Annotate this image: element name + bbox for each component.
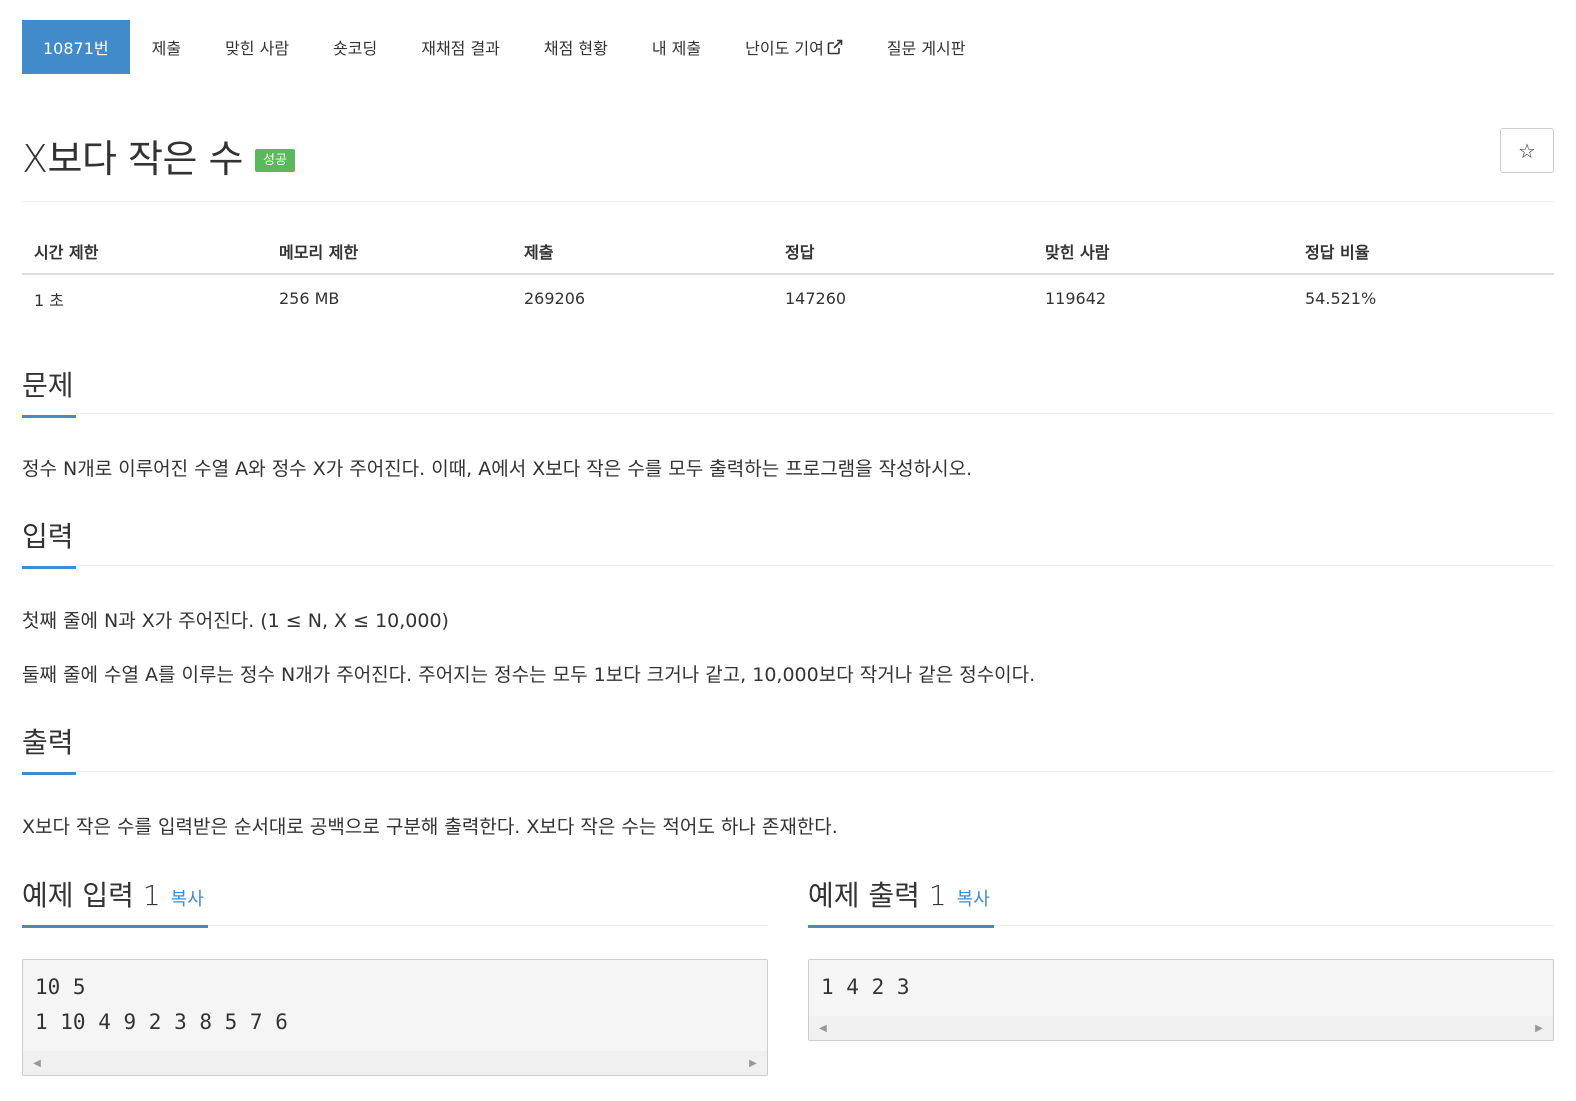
value-accept-ratio: 54.521%: [1305, 289, 1377, 308]
section-title-input: 입력: [22, 515, 76, 569]
scroll-left-arrow-icon[interactable]: ◀: [27, 1051, 47, 1075]
table-row: 1 초 256 MB 269206 147260 119642 54.521%: [22, 274, 1554, 322]
section-divider: [76, 565, 1554, 566]
favorite-star-button[interactable]: ☆: [1500, 128, 1554, 173]
sample-input-label: 예제 입력 1: [22, 879, 161, 912]
tab-difficulty-label: 난이도 기여: [745, 39, 824, 58]
input-description-line-1: 첫째 줄에 N과 X가 주어진다. (1 ≤ N, X ≤ 10,000): [22, 610, 449, 632]
tab-submit[interactable]: 제출: [130, 20, 203, 74]
problem-info-table: 시간 제한 메모리 제한 제출 정답 맞힌 사람 정답 비율 1 초 256 M…: [22, 228, 1554, 322]
sample-input-title: 예제 입력 1 복사: [22, 874, 208, 928]
value-memory-limit: 256 MB: [279, 289, 340, 308]
section-divider: [994, 925, 1554, 926]
scroll-right-arrow-icon[interactable]: ▶: [1529, 1016, 1549, 1040]
tab-judge-status[interactable]: 채점 현황: [522, 20, 630, 74]
section-title-output: 출력: [22, 721, 76, 775]
section-divider: [208, 925, 768, 926]
status-badge: 성공: [255, 149, 295, 172]
input-description-line-2: 둘째 줄에 수열 A를 이루는 정수 N개가 주어진다. 주어지는 정수는 모두…: [22, 664, 1036, 686]
section-divider: [76, 413, 1554, 414]
header-memory-limit: 메모리 제한: [267, 228, 512, 275]
section-title-description: 문제: [22, 364, 76, 418]
scroll-right-arrow-icon[interactable]: ▶: [743, 1051, 763, 1075]
tab-question-board[interactable]: 질문 게시판: [865, 20, 988, 74]
table-header-row: 시간 제한 메모리 제한 제출 정답 맞힌 사람 정답 비율: [22, 228, 1554, 275]
header-accept-ratio: 정답 비율: [1293, 228, 1554, 275]
sample-output-content: 1 4 2 3: [821, 975, 910, 999]
value-submissions: 269206: [524, 289, 586, 308]
header-submissions: 제출: [512, 228, 773, 275]
problem-nav: 10871번 제출 맞힌 사람 숏코딩 재채점 결과 채점 현황 내 제출 난이…: [22, 20, 988, 74]
section-underline: [808, 925, 994, 928]
section-underline: [22, 566, 76, 569]
copy-sample-input-link[interactable]: 복사: [171, 889, 204, 910]
tab-my-submissions[interactable]: 내 제출: [630, 20, 723, 74]
section-output-label: 출력: [22, 726, 74, 759]
copy-sample-output-link[interactable]: 복사: [957, 889, 990, 910]
section-input-label: 입력: [22, 520, 74, 553]
tab-problem[interactable]: 10871번: [22, 20, 130, 74]
tab-solved-users[interactable]: 맞힌 사람: [203, 20, 311, 74]
problem-description: 정수 N개로 이루어진 수열 A와 정수 X가 주어진다. 이때, A에서 X보…: [22, 458, 973, 480]
scroll-left-arrow-icon[interactable]: ◀: [813, 1016, 833, 1040]
header-accepted: 정답: [773, 228, 1033, 275]
sample-output-title: 예제 출력 1 복사: [808, 874, 994, 928]
title-row: X보다 작은 수 성공: [22, 128, 295, 183]
section-underline: [22, 415, 76, 418]
sample-output-box[interactable]: 1 4 2 3 ◀ ▶: [808, 959, 1554, 1041]
tab-difficulty-contribution[interactable]: 난이도 기여: [723, 20, 865, 74]
page-title: X보다 작은 수: [22, 137, 244, 181]
tab-short-coding[interactable]: 숏코딩: [311, 20, 399, 74]
output-description: X보다 작은 수를 입력받은 순서대로 공백으로 구분해 출력한다. X보다 작…: [22, 816, 838, 838]
divider: [22, 201, 1554, 202]
horizontal-scrollbar[interactable]: ◀ ▶: [23, 1051, 767, 1075]
sample-input-content: 10 5 1 10 4 9 2 3 8 5 7 6: [35, 975, 288, 1034]
value-solved-users: 119642: [1045, 289, 1107, 308]
value-time-limit: 1 초: [34, 290, 64, 310]
section-underline: [22, 925, 208, 928]
horizontal-scrollbar[interactable]: ◀ ▶: [809, 1016, 1553, 1040]
external-link-icon: [827, 39, 843, 55]
value-accepted: 147260: [785, 289, 847, 308]
section-underline: [22, 772, 76, 775]
header-time-limit: 시간 제한: [22, 228, 267, 275]
section-divider: [76, 771, 1554, 772]
sample-output-label: 예제 출력 1: [808, 879, 947, 912]
tab-rejudge-results[interactable]: 재채점 결과: [399, 20, 522, 74]
section-description-label: 문제: [22, 369, 74, 402]
star-icon: ☆: [1518, 138, 1536, 163]
header-solved-users: 맞힌 사람: [1033, 228, 1293, 275]
sample-input-box[interactable]: 10 5 1 10 4 9 2 3 8 5 7 6 ◀ ▶: [22, 959, 768, 1076]
